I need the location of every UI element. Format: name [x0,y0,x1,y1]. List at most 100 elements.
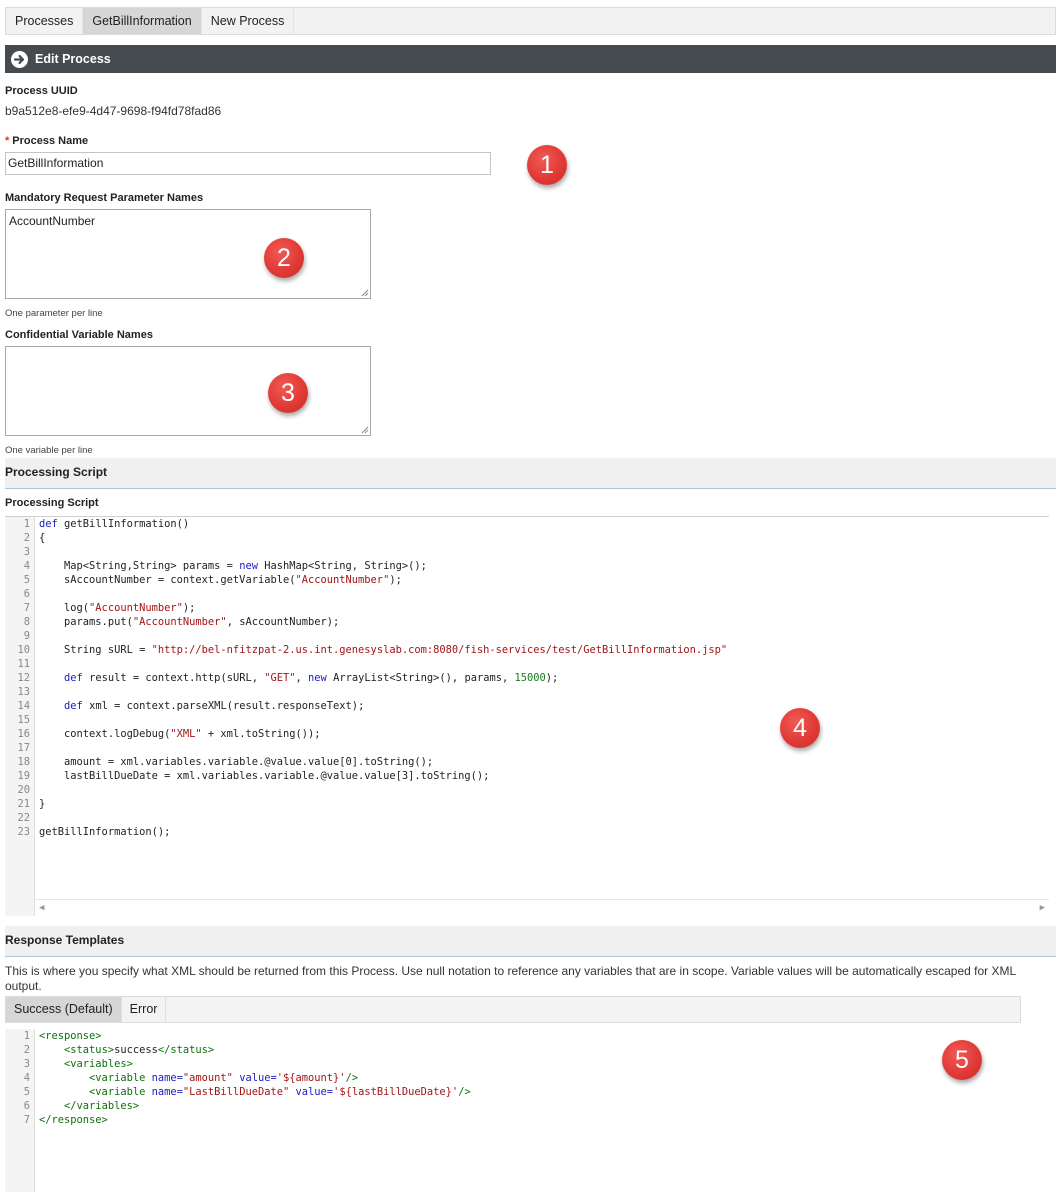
line-number: 6 [23,588,30,600]
confidential-vars-textarea[interactable] [5,346,371,436]
code-token: "AccountNumber" [295,574,390,586]
line-number: 20 [17,784,30,796]
line-number: 5 [23,1086,30,1098]
code-token: </status> [157,1044,215,1056]
response-template-editor[interactable]: 1 2 3 4 5 6 7 <response> <status>success</stat… [5,1029,1049,1192]
horizontal-scrollbar[interactable]: ◀ ▶ [35,899,1049,916]
code-lines: <response> <status>success</status> <var… [39,1029,1049,1127]
code-token: /> [458,1086,471,1098]
code-token: + xml.toString()); [201,728,321,740]
line-number: 7 [23,1114,30,1126]
line-number: 4 [23,1072,30,1084]
line-number: 1 [23,1030,30,1042]
code-line: { [39,531,1049,545]
code-lines: def getBillInformation(){ Map<String,Str… [39,517,1049,839]
code-token: ArrayList<String>(), params, [326,672,515,684]
edit-process-header: Edit Process [5,45,1056,73]
top-tab-bar: Processes GetBillInformation New Process [5,7,1056,35]
code-token: , sAccountNumber); [226,616,340,628]
code-token: value= [295,1086,334,1098]
mandatory-params-value: AccountNumber [9,214,96,228]
line-number-gutter: 1 2 3 4 5 6 7 8 9 10 11 12 13 14 15 16 17 18 19 20 21 22 23 [5,517,35,916]
code-token: "XML" [170,728,202,740]
code-token: name= [151,1086,183,1098]
callout-badge-5: 5 [942,1040,982,1080]
process-uuid-label: Process UUID [5,85,78,97]
line-number: 1 [23,518,30,530]
code-token: params.put( [39,616,133,628]
code-line: } [39,797,1049,811]
code-token: result = context.http(sURL, [82,672,265,684]
code-token: name= [151,1072,183,1084]
line-number: 7 [23,602,30,614]
code-token: getBillInformation(); [39,826,171,838]
code-token: value= [239,1072,277,1084]
line-number: 15 [17,714,30,726]
line-number: 22 [17,812,30,824]
resize-handle-icon[interactable] [361,289,369,297]
code-token: def [64,700,83,712]
confidential-vars-hint: One variable per line [5,445,93,456]
line-number: 8 [23,616,30,628]
scroll-right-icon[interactable]: ▶ [1040,903,1045,913]
callout-badge-2: 2 [264,238,304,278]
processing-script-editor[interactable]: 1 2 3 4 5 6 7 8 9 10 11 12 13 14 15 16 17 18 19 20 21 22 23 de… [5,516,1049,916]
code-token: </response> [39,1114,108,1126]
line-number: 5 [23,574,30,586]
code-line: def xml = context.parseXML(result.respon… [39,699,1049,713]
tab-success-default[interactable]: Success (Default) [6,997,122,1022]
code-token: def [39,518,58,530]
resize-handle-icon[interactable] [361,426,369,434]
mandatory-params-textarea[interactable]: AccountNumber [5,209,371,299]
line-number: 6 [23,1100,30,1112]
code-token: Map<String,String> params = [39,560,240,572]
scroll-left-icon[interactable]: ◀ [39,903,44,913]
process-name-label-text: Process Name [12,135,89,147]
code-line: amount = xml.variables.variable.@value.v… [39,755,1049,769]
code-token: <variable [89,1086,152,1098]
code-token: ); [389,574,402,586]
arrow-right-circle-icon [11,50,28,68]
process-name-input[interactable]: GetBillInformation [5,152,491,175]
code-line: context.logDebug("XML" + xml.toString())… [39,727,1049,741]
required-marker: * [5,135,10,147]
processing-script-section-header: Processing Script [5,458,1056,489]
code-line: def getBillInformation() [39,517,1049,531]
tab-processes[interactable]: Processes [6,8,84,34]
line-number: 23 [17,826,30,838]
line-number: 14 [17,700,30,712]
code-line: sAccountNumber = context.getVariable("Ac… [39,573,1049,587]
code-token: <variable [89,1072,152,1084]
tab-new-process[interactable]: New Process [202,8,295,34]
code-line: Map<String,String> params = new HashMap<… [39,559,1049,573]
confidential-vars-label: Confidential Variable Names [5,329,153,341]
code-token: xml = context.parseXML(result.responseTe… [82,700,365,712]
line-number: 4 [23,560,30,572]
line-number: 3 [23,1058,30,1070]
code-token: { [39,532,46,544]
line-number: 19 [17,770,30,782]
tab-getbillinformation[interactable]: GetBillInformation [83,8,202,34]
code-line: <variable name="LastBillDueDate" value='… [39,1085,1049,1099]
code-token: 15000 [514,672,546,684]
code-token: "AccountNumber" [89,602,183,614]
tab-error[interactable]: Error [122,997,167,1022]
code-token: String sURL = [39,644,152,656]
code-line: </response> [39,1113,1049,1127]
code-line: log("AccountNumber"); [39,601,1049,615]
process-uuid-value: b9a512e8-efe9-4d47-9698-f94fd78fad86 [5,104,222,118]
code-token: </variables> [64,1100,140,1112]
line-number: 11 [17,658,30,670]
line-number: 18 [17,756,30,768]
code-line: params.put("AccountNumber", sAccountNumb… [39,615,1049,629]
code-token: def [64,672,83,684]
